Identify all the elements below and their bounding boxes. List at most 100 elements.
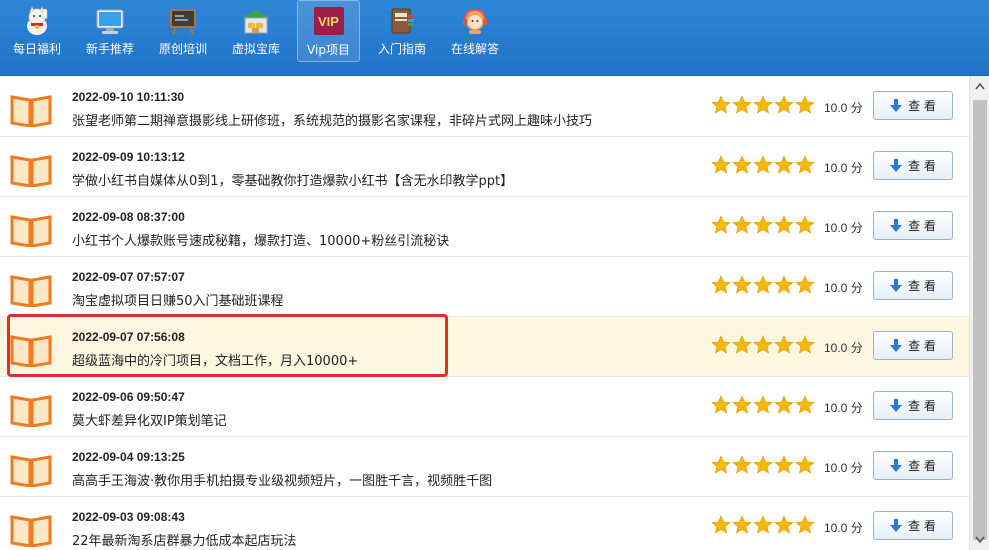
book-icon (10, 455, 52, 487)
view-button-label: 查 看 (908, 399, 936, 413)
nav-label: 新手推荐 (85, 42, 134, 56)
star-rating (711, 275, 815, 294)
view-button[interactable]: 查 看 (873, 91, 953, 120)
view-button-label: 查 看 (908, 219, 936, 233)
list-item[interactable]: 2022-09-03 09:08:43 22年最新淘系店群暴力低成本起店玩法 1… (0, 497, 969, 550)
item-title[interactable]: 学做小红书自媒体从0到1，零基础教你打造爆款小红书【含无水印教学ppt】 (72, 170, 513, 189)
item-title[interactable]: 小红书个人爆款账号速成秘籍，爆款打造、10000+粉丝引流秘诀 (72, 230, 449, 249)
view-button[interactable]: 查 看 (873, 511, 953, 540)
star-rating (711, 455, 815, 474)
list-item[interactable]: 2022-09-06 09:50:47 莫大虾差异化双IP策划笔记 10.0 分… (0, 377, 969, 437)
download-arrow-icon (890, 518, 903, 532)
book-guide-icon (387, 6, 417, 36)
lucky-cat-icon (22, 6, 52, 36)
view-button[interactable]: 查 看 (873, 451, 953, 480)
view-button-label: 查 看 (908, 519, 936, 533)
star-rating (711, 155, 815, 174)
nav-item-virtual-treasury[interactable]: 虚拟宝库 (225, 0, 287, 64)
book-icon (10, 95, 52, 127)
download-arrow-icon (890, 218, 903, 232)
item-score: 10.0 分 (824, 101, 863, 115)
book-icon (10, 335, 52, 367)
list-item[interactable]: 2022-09-04 09:13:25 高高手王海波·教你用手机拍摄专业级视频短… (0, 437, 969, 497)
view-button[interactable]: 查 看 (873, 331, 953, 360)
star-rating (711, 515, 815, 534)
star-rating (711, 95, 815, 114)
download-arrow-icon (890, 458, 903, 472)
list-item[interactable]: 2022-09-09 10:13:12 学做小红书自媒体从0到1，零基础教你打造… (0, 137, 969, 197)
scroll-down-arrow-icon[interactable] (975, 536, 985, 544)
item-score: 10.0 分 (824, 281, 863, 295)
nav-item-vip-projects[interactable]: VIP Vip项目 (297, 0, 360, 62)
book-icon (10, 155, 52, 187)
item-title[interactable]: 超级蓝海中的冷门项目，文档工作，月入10000+ (72, 350, 358, 369)
item-score: 10.0 分 (824, 401, 863, 415)
item-date: 2022-09-04 09:13:25 (72, 450, 185, 464)
vip-icon: VIP (313, 7, 344, 35)
book-icon (10, 275, 52, 307)
list-item[interactable]: 2022-09-10 10:11:30 张望老师第二期禅意摄影线上研修班，系统规… (0, 77, 969, 137)
list-item[interactable]: 2022-09-08 08:37:00 小红书个人爆款账号速成秘籍，爆款打造、1… (0, 197, 969, 257)
view-button-label: 查 看 (908, 159, 936, 173)
item-date: 2022-09-09 10:13:12 (72, 150, 185, 164)
support-agent-icon (460, 6, 490, 36)
nav-label: 虚拟宝库 (231, 42, 280, 56)
nav-item-beginner-guide[interactable]: 入门指南 (371, 0, 433, 64)
download-arrow-icon (890, 158, 903, 172)
nav-item-original-training[interactable]: 原创培训 (152, 0, 214, 64)
nav-item-newbie-recommend[interactable]: 新手推荐 (79, 0, 141, 64)
nav-item-daily-welfare[interactable]: 每日福利 (6, 0, 68, 64)
nav-label: 每日福利 (12, 42, 61, 56)
item-score: 10.0 分 (824, 341, 863, 355)
blackboard-icon (168, 6, 198, 36)
download-arrow-icon (890, 398, 903, 412)
item-title[interactable]: 莫大虾差异化双IP策划笔记 (72, 410, 227, 429)
item-title[interactable]: 张望老师第二期禅意摄影线上研修班，系统规范的摄影名家课程，非碎片式网上趣味小技巧 (72, 110, 592, 129)
view-button-label: 查 看 (908, 99, 936, 113)
item-score: 10.0 分 (824, 521, 863, 535)
star-rating (711, 215, 815, 234)
book-icon (10, 515, 52, 547)
vip-badge-text: VIP (318, 13, 339, 29)
scroll-up-arrow-icon[interactable] (975, 82, 985, 90)
nav-label: Vip项目 (307, 43, 350, 57)
item-date: 2022-09-10 10:11:30 (72, 90, 185, 104)
view-button-label: 查 看 (908, 279, 936, 293)
item-title[interactable]: 22年最新淘系店群暴力低成本起店玩法 (72, 530, 297, 549)
nav-item-online-answers[interactable]: 在线解答 (444, 0, 506, 64)
item-score: 10.0 分 (824, 161, 863, 175)
view-button-label: 查 看 (908, 339, 936, 353)
nav-label: 入门指南 (377, 42, 426, 56)
item-score: 10.0 分 (824, 221, 863, 235)
vip-project-list: 2022-09-10 10:11:30 张望老师第二期禅意摄影线上研修班，系统规… (0, 77, 969, 550)
item-score: 10.0 分 (824, 461, 863, 475)
item-date: 2022-09-06 09:50:47 (72, 390, 185, 404)
book-icon (10, 215, 52, 247)
nav-label: 在线解答 (450, 42, 499, 56)
view-button[interactable]: 查 看 (873, 391, 953, 420)
app-window: 每日福利 新手推荐 原创培训 虚拟宝库 VIP Vip项目 入门指南 在线解答 … (0, 0, 989, 550)
download-arrow-icon (890, 98, 903, 112)
star-rating (711, 395, 815, 414)
item-date: 2022-09-08 08:37:00 (72, 210, 185, 224)
view-button[interactable]: 查 看 (873, 271, 953, 300)
list-item[interactable]: 2022-09-07 07:57:07 淘宝虚拟项目日赚50入门基础班课程 10… (0, 257, 969, 317)
item-date: 2022-09-07 07:57:07 (72, 270, 185, 284)
top-navigation: 每日福利 新手推荐 原创培训 虚拟宝库 VIP Vip项目 入门指南 在线解答 (0, 0, 989, 76)
view-button[interactable]: 查 看 (873, 211, 953, 240)
download-arrow-icon (890, 278, 903, 292)
book-icon (10, 395, 52, 427)
item-date: 2022-09-07 07:56:08 (72, 330, 185, 344)
nav-label: 原创培训 (158, 42, 207, 56)
item-title[interactable]: 高高手王海波·教你用手机拍摄专业级视频短片，一图胜千言，视频胜千图 (72, 470, 492, 489)
item-date: 2022-09-03 09:08:43 (72, 510, 185, 524)
view-button-label: 查 看 (908, 459, 936, 473)
vertical-scrollbar[interactable] (969, 76, 989, 550)
item-title[interactable]: 淘宝虚拟项目日赚50入门基础班课程 (72, 290, 284, 309)
view-button[interactable]: 查 看 (873, 151, 953, 180)
download-arrow-icon (890, 338, 903, 352)
list-item[interactable]: 2022-09-07 07:56:08 超级蓝海中的冷门项目，文档工作，月入10… (0, 317, 969, 377)
warehouse-icon (241, 6, 271, 36)
monitor-icon (95, 6, 125, 36)
scroll-thumb[interactable] (973, 100, 987, 540)
